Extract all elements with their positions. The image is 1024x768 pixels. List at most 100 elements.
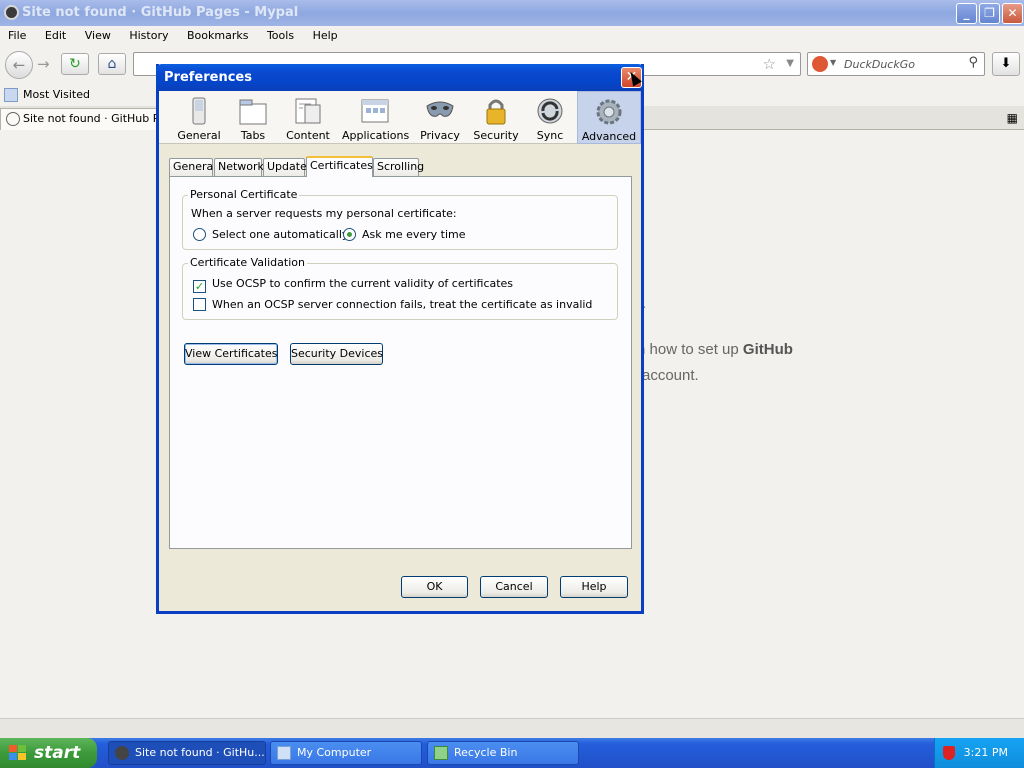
window-title-bar: Site not found · GitHub Pages - Mypal _ … xyxy=(0,0,1024,26)
radio-button[interactable] xyxy=(193,228,206,241)
security-padlock-icon xyxy=(486,99,506,125)
certificate-validation-group: Certificate Validation ✓ Use OCSP to conf… xyxy=(182,256,618,320)
dialog-title-bar[interactable]: Preferences ✕ xyxy=(156,64,644,91)
ocsp-fail-label: When an OCSP server connection fails, tr… xyxy=(212,298,593,311)
mypal-taskbar-icon xyxy=(115,746,129,760)
menu-history[interactable]: History xyxy=(129,26,168,42)
url-dropdown-icon[interactable]: ▼ xyxy=(786,58,794,69)
menu-bar: File Edit View History Bookmarks Tools H… xyxy=(0,26,1024,46)
radio-select-automatically[interactable]: Select one automatically xyxy=(193,228,348,241)
help-button[interactable]: Help xyxy=(560,576,628,598)
recycle-bin-icon xyxy=(434,746,448,760)
radio-ask-every-time[interactable]: Ask me every time xyxy=(343,228,466,241)
subtab-update[interactable]: Update xyxy=(263,158,307,176)
folder-icon xyxy=(4,88,18,102)
start-label: start xyxy=(34,743,81,763)
page-text-line1-prefix: rn how to set up xyxy=(632,341,743,358)
mypal-app-icon xyxy=(4,5,19,20)
search-engine-dropdown-icon[interactable]: ▼ xyxy=(830,58,836,67)
taskbar: start Site not found · GitHu... My Compu… xyxy=(0,738,1024,768)
pane-tabs[interactable]: Tabs xyxy=(229,91,277,144)
personal-certificate-group: Personal Certificate When a server reque… xyxy=(182,188,618,250)
cancel-button[interactable]: Cancel xyxy=(480,576,548,598)
taskbar-item-label: Site not found · GitHu... xyxy=(135,746,265,759)
subtab-general[interactable]: General xyxy=(169,158,216,176)
taskbar-item-recycle-bin[interactable]: Recycle Bin xyxy=(427,741,579,765)
sync-arrows-icon xyxy=(537,98,563,124)
pane-general[interactable]: General xyxy=(171,91,227,144)
tabs-icon xyxy=(239,99,267,125)
content-page-icon xyxy=(295,98,321,124)
pane-applications[interactable]: Applications xyxy=(342,91,410,144)
pane-label: Advanced xyxy=(581,130,637,143)
clock: 3:21 PM xyxy=(963,746,1008,759)
pane-security[interactable]: Security xyxy=(472,91,520,144)
browser-tab-active[interactable]: Site not found · GitHub Pages xyxy=(0,108,175,130)
minimize-button[interactable]: _ xyxy=(956,3,977,24)
dialog-title: Preferences xyxy=(164,70,252,85)
pane-content[interactable]: Content xyxy=(283,91,333,144)
page-text-line1: rn how to set up GitHub xyxy=(632,341,793,358)
certificates-panel: Personal Certificate When a server reque… xyxy=(169,176,632,549)
download-icon[interactable]: ⬇ xyxy=(992,52,1020,76)
advanced-gear-icon xyxy=(596,99,622,125)
radio-label: Ask me every time xyxy=(362,228,466,241)
window-close-button[interactable]: ✕ xyxy=(1002,3,1023,24)
ocsp-fail-checkbox[interactable] xyxy=(193,298,206,311)
windows-flag-icon xyxy=(9,745,27,761)
menu-view[interactable]: View xyxy=(85,26,111,42)
pane-advanced[interactable]: Advanced xyxy=(577,91,641,144)
search-bar[interactable]: ▼ DuckDuckGo ⚲ xyxy=(807,52,985,76)
bookmark-star-icon[interactable]: ☆ xyxy=(763,55,776,73)
radio-button-selected[interactable] xyxy=(343,228,356,241)
bookmark-most-visited[interactable]: Most Visited xyxy=(4,87,90,103)
ocsp-fail-checkbox-row[interactable]: When an OCSP server connection fails, tr… xyxy=(193,298,592,311)
view-certificates-button[interactable]: View Certificates xyxy=(184,343,278,365)
pane-label: Tabs xyxy=(240,129,266,142)
window-title: Site not found · GitHub Pages - Mypal xyxy=(22,5,299,20)
pane-label: Content xyxy=(286,129,330,142)
taskbar-item-label: Recycle Bin xyxy=(454,746,518,759)
taskbar-item-my-computer[interactable]: My Computer xyxy=(270,741,422,765)
list-all-tabs-icon[interactable]: ▦ xyxy=(1007,111,1018,125)
security-shield-icon[interactable] xyxy=(943,746,955,760)
search-icon[interactable]: ⚲ xyxy=(968,55,978,70)
start-button[interactable]: start xyxy=(0,738,97,768)
forward-arrow-icon[interactable]: → xyxy=(37,55,50,73)
subtab-certificates[interactable]: Certificates xyxy=(306,156,373,177)
reload-icon[interactable]: ↻ xyxy=(61,53,89,75)
security-devices-button[interactable]: Security Devices xyxy=(290,343,383,365)
taskbar-item-browser[interactable]: Site not found · GitHu... xyxy=(108,741,266,765)
preferences-dialog: Preferences ✕ General Tabs Content Appli… xyxy=(156,64,644,614)
pane-privacy[interactable]: Privacy xyxy=(417,91,463,144)
radio-label: Select one automatically xyxy=(212,228,349,241)
ocsp-checkbox-row[interactable]: ✓ Use OCSP to confirm the current validit… xyxy=(193,277,513,293)
pane-sync[interactable]: Sync xyxy=(528,91,572,144)
tab-label: Site not found · GitHub Pages xyxy=(23,112,175,125)
home-icon[interactable]: ⌂ xyxy=(98,53,126,75)
personal-certificate-legend: Personal Certificate xyxy=(188,188,300,201)
pane-label: Privacy xyxy=(420,129,460,142)
restore-button[interactable]: ❐ xyxy=(979,3,1000,24)
pane-label: Applications xyxy=(342,129,410,142)
subtab-network[interactable]: Network xyxy=(214,158,264,176)
menu-bookmarks[interactable]: Bookmarks xyxy=(187,26,248,42)
general-switch-icon xyxy=(192,97,206,125)
back-arrow-icon[interactable]: ← xyxy=(5,51,33,79)
menu-tools[interactable]: Tools xyxy=(267,26,294,42)
pane-label: Sync xyxy=(536,129,564,142)
duckduckgo-icon[interactable] xyxy=(812,56,828,72)
preferences-pane-toolbar: General Tabs Content Applications Privac… xyxy=(159,91,641,144)
ocsp-checkbox-checked[interactable]: ✓ xyxy=(193,280,206,293)
ok-button[interactable]: OK xyxy=(401,576,468,598)
computer-icon xyxy=(277,746,291,760)
personal-certificate-prompt: When a server requests my personal certi… xyxy=(191,207,457,220)
menu-file[interactable]: File xyxy=(8,26,26,42)
search-placeholder: DuckDuckGo xyxy=(844,58,915,71)
bookmark-label: Most Visited xyxy=(23,88,90,101)
menu-help[interactable]: Help xyxy=(313,26,338,42)
page-text-line2: account. xyxy=(642,367,699,384)
subtab-scrolling[interactable]: Scrolling xyxy=(373,158,424,176)
status-bar xyxy=(0,718,1024,738)
menu-edit[interactable]: Edit xyxy=(45,26,66,42)
